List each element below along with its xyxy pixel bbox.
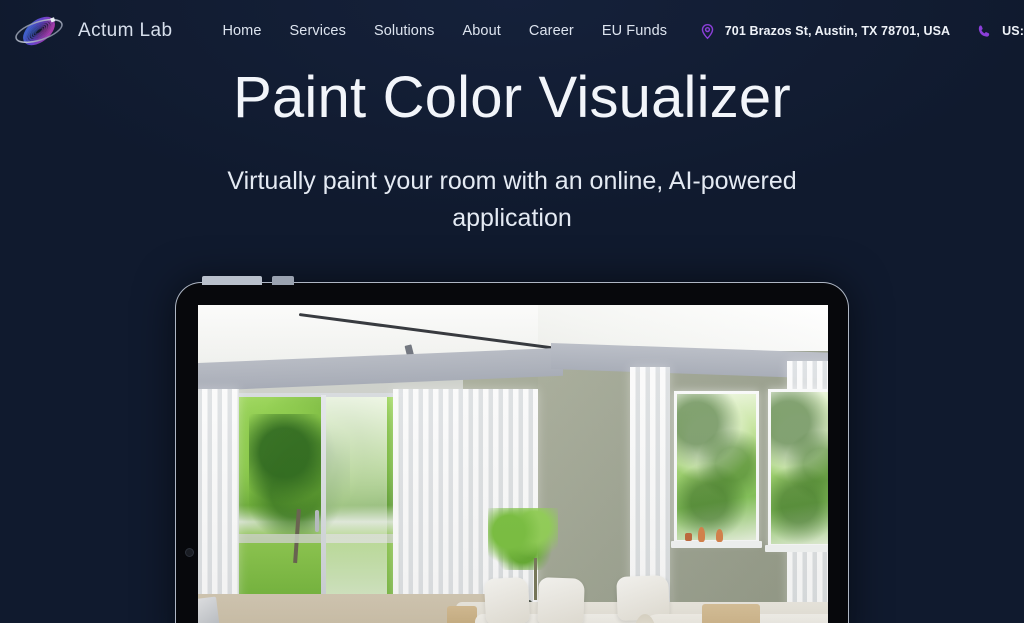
nav-item-solutions[interactable]: Solutions xyxy=(360,15,449,47)
tablet-top-button-1 xyxy=(202,276,262,285)
contact-address[interactable]: 701 Brazos St, Austin, TX 78701, USA xyxy=(699,22,950,41)
hero-section: Paint Color Visualizer Virtually paint y… xyxy=(0,68,1024,236)
door-handle-icon xyxy=(315,510,320,532)
tablet-screen[interactable] xyxy=(198,305,828,623)
nav-item-about[interactable]: About xyxy=(449,15,515,47)
window-foliage xyxy=(771,392,828,544)
sofa-wood-armrest-right xyxy=(702,604,760,623)
door-mullion xyxy=(320,395,326,607)
floor-left xyxy=(198,594,488,623)
sofa-wood-armrest-left xyxy=(446,606,477,623)
potted-tree-stem xyxy=(533,558,537,600)
tablet-mockup xyxy=(175,276,849,623)
window-sill xyxy=(765,545,828,552)
terracotta-figurine xyxy=(697,527,705,542)
terracotta-figurine xyxy=(715,529,723,542)
tablet-top-button-2 xyxy=(272,276,294,285)
header-contact-group: 701 Brazos St, Austin, TX 78701, USA US: xyxy=(699,22,1024,41)
brand-name: Actum Lab xyxy=(78,20,173,41)
hero-subtitle: Virtually paint your room with an online… xyxy=(227,167,797,232)
nav-item-home[interactable]: Home xyxy=(208,15,275,47)
sofa-pillow xyxy=(537,577,586,623)
living-room-image xyxy=(198,305,828,623)
nav-item-services[interactable]: Services xyxy=(276,15,360,47)
contact-phone[interactable]: US: xyxy=(976,22,1024,41)
potted-tree-foliage xyxy=(487,508,558,570)
phone-icon xyxy=(979,24,990,37)
main-navigation: Home Services Solutions About Career EU … xyxy=(208,15,681,47)
galaxy-spiral-logo-icon xyxy=(15,16,63,46)
sofa-pillow xyxy=(483,576,530,623)
terracotta-pot xyxy=(684,533,692,541)
map-pin-icon xyxy=(701,23,713,39)
window-right xyxy=(768,389,828,547)
nav-item-career[interactable]: Career xyxy=(515,15,588,47)
page-title: Paint Color Visualizer xyxy=(233,65,791,130)
tablet-camera-icon xyxy=(185,548,194,557)
curtain-panel xyxy=(198,389,239,621)
glass-glare xyxy=(324,397,387,605)
contact-phone-text: US: xyxy=(1002,24,1024,38)
laptop-screen xyxy=(198,596,220,623)
window-left xyxy=(673,391,759,543)
window-sill xyxy=(670,541,762,548)
nav-item-eu-funds[interactable]: EU Funds xyxy=(588,15,681,47)
window-foliage xyxy=(676,394,756,540)
tablet-frame xyxy=(175,276,849,623)
contact-address-text: 701 Brazos St, Austin, TX 78701, USA xyxy=(724,24,951,38)
brand-logo[interactable]: Actum Lab xyxy=(8,3,172,59)
site-header: Actum Lab Home Services Solutions About … xyxy=(0,0,1024,62)
